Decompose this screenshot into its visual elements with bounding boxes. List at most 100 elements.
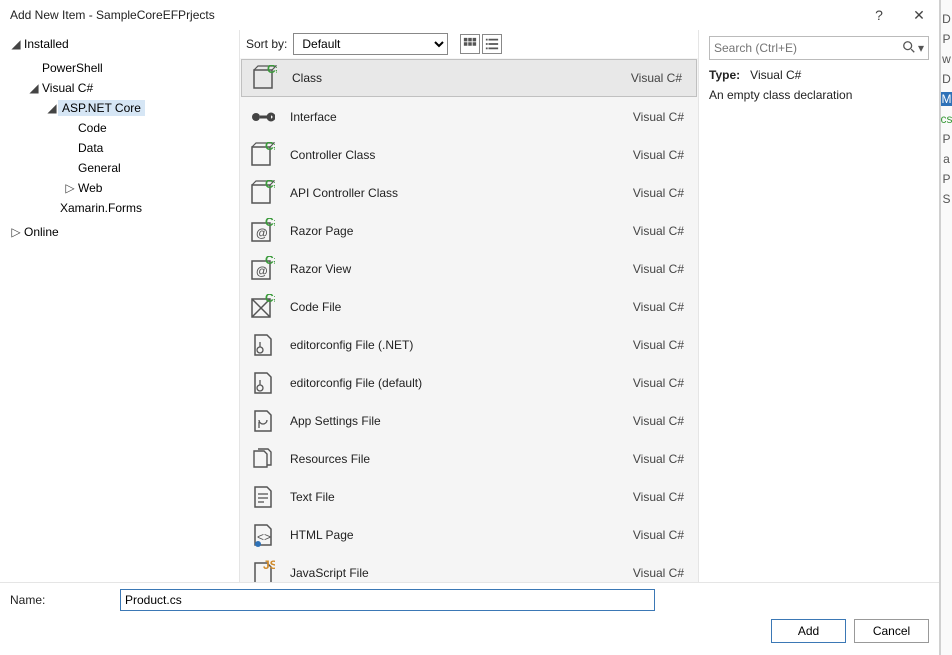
template-name: Interface — [290, 110, 590, 124]
window-title: Add New Item - SampleCoreEFPrjects — [10, 8, 859, 22]
sidebar-item[interactable]: General — [0, 158, 239, 178]
template-language: Visual C# — [604, 490, 684, 504]
template-name: Controller Class — [290, 148, 590, 162]
chevron-right-icon: ▷ — [10, 225, 22, 239]
add-button[interactable]: Add — [771, 619, 846, 643]
sidebar: ◢ Installed PowerShell◢Visual C#◢ASP.NET… — [0, 30, 240, 582]
background-sliver: DPwDMcsPaPS — [940, 0, 952, 655]
search-input[interactable] — [714, 41, 902, 55]
template-name: Razor Page — [290, 224, 590, 238]
sidebar-group-installed[interactable]: ◢ Installed — [0, 34, 239, 54]
chevron-down-icon: ◢ — [28, 81, 40, 95]
sidebar-item[interactable]: ▷Web — [0, 178, 239, 198]
template-item[interactable]: Interface Visual C# — [240, 98, 698, 136]
razor-icon — [248, 217, 276, 245]
template-item[interactable]: Text FileVisual C# — [240, 478, 698, 516]
template-language: Visual C# — [604, 566, 684, 580]
search-box[interactable]: ▾ — [709, 36, 929, 60]
template-language: Visual C# — [602, 71, 682, 85]
sidebar-group-online[interactable]: ▷ Online — [0, 222, 239, 242]
template-item[interactable]: HTML PageVisual C# — [240, 516, 698, 554]
help-button[interactable]: ? — [859, 0, 899, 30]
template-name: editorconfig File (default) — [290, 376, 590, 390]
template-panel: Sort by: Default ClassVisual C#Interface… — [240, 30, 699, 582]
footer: Name: Add Cancel — [0, 582, 939, 655]
sidebar-item[interactable]: Data — [0, 138, 239, 158]
dialog-window: Add New Item - SampleCoreEFPrjects ? ✕ ◢… — [0, 0, 940, 655]
codefile-icon — [248, 293, 276, 321]
sidebar-item-label: Visual C# — [40, 81, 93, 95]
name-input[interactable] — [120, 589, 655, 611]
sidebar-item-label: Code — [76, 121, 107, 135]
close-button[interactable]: ✕ — [899, 0, 939, 30]
toolbar: Sort by: Default — [240, 30, 698, 58]
sliver-char: P — [942, 32, 950, 46]
template-item[interactable]: Razor Page Visual C# — [240, 212, 698, 250]
chevron-down-icon: ◢ — [10, 37, 22, 51]
sidebar-item[interactable]: Xamarin.Forms — [0, 198, 239, 218]
sidebar-item-label: General — [76, 161, 121, 175]
sidebar-item[interactable]: ◢ASP.NET Core — [0, 98, 239, 118]
razor-icon — [248, 255, 276, 283]
sidebar-tree: PowerShell◢Visual C#◢ASP.NET CoreCodeDat… — [0, 54, 239, 222]
js-icon — [248, 559, 276, 582]
template-item[interactable]: Resources FileVisual C# — [240, 440, 698, 478]
name-row: Name: — [10, 589, 929, 611]
template-item[interactable]: JavaScript FileVisual C# — [240, 554, 698, 582]
sidebar-item[interactable]: Code — [0, 118, 239, 138]
interface-icon — [248, 103, 276, 131]
view-list-icon[interactable] — [482, 34, 502, 54]
sidebar-item[interactable]: ◢Visual C# — [0, 78, 239, 98]
view-grid-icon[interactable] — [460, 34, 480, 54]
cancel-button[interactable]: Cancel — [854, 619, 929, 643]
files-icon — [248, 445, 276, 473]
template-item[interactable]: App Settings FileVisual C# — [240, 402, 698, 440]
template-name: HTML Page — [290, 528, 590, 542]
description: An empty class declaration — [709, 88, 929, 102]
sliver-char: D — [942, 72, 951, 86]
settings-icon — [248, 407, 276, 435]
sidebar-item-label: Xamarin.Forms — [58, 201, 142, 215]
template-name: Code File — [290, 300, 590, 314]
cs-class-icon — [250, 64, 278, 92]
sidebar-group-label: Installed — [22, 37, 69, 51]
button-row: Add Cancel — [10, 619, 929, 649]
text-icon — [248, 483, 276, 511]
chevron-right-icon: ▷ — [64, 181, 76, 195]
template-item[interactable]: Code File Visual C# — [240, 288, 698, 326]
template-item[interactable]: editorconfig File (.NET)Visual C# — [240, 326, 698, 364]
template-item[interactable]: ClassVisual C# — [241, 59, 697, 97]
type-line: Type: Visual C# — [709, 68, 929, 82]
template-name: editorconfig File (.NET) — [290, 338, 590, 352]
template-item[interactable]: API Controller Class Visual C# — [240, 174, 698, 212]
sidebar-item-label: PowerShell — [40, 61, 103, 75]
sliver-char: D — [942, 12, 951, 26]
sliver-char: S — [942, 192, 950, 206]
search-icon — [902, 40, 916, 57]
template-language: Visual C# — [604, 300, 684, 314]
template-language: Visual C# — [604, 110, 684, 124]
type-label: Type: — [709, 68, 740, 82]
template-name: App Settings File — [290, 414, 590, 428]
html-icon — [248, 521, 276, 549]
sidebar-item-label: Web — [76, 181, 102, 195]
template-language: Visual C# — [604, 452, 684, 466]
template-item[interactable]: Razor ViewVisual C# — [240, 250, 698, 288]
template-language: Visual C# — [604, 376, 684, 390]
sidebar-item[interactable]: PowerShell — [0, 58, 239, 78]
dropdown-icon: ▾ — [916, 41, 924, 55]
template-item[interactable]: Controller ClassVisual C# — [240, 136, 698, 174]
sliver-char: cs — [941, 112, 952, 126]
view-buttons — [460, 34, 502, 54]
chevron-down-icon: ◢ — [46, 101, 58, 115]
template-language: Visual C# — [604, 262, 684, 276]
template-list[interactable]: ClassVisual C# Interface Visual C# Controll… — [240, 58, 698, 582]
sort-dropdown[interactable]: Default — [293, 33, 448, 55]
titlebar: Add New Item - SampleCoreEFPrjects ? ✕ — [0, 0, 939, 30]
template-language: Visual C# — [604, 224, 684, 238]
template-item[interactable]: editorconfig File (default) Visual C# — [240, 364, 698, 402]
template-language: Visual C# — [604, 186, 684, 200]
template-name: API Controller Class — [290, 186, 590, 200]
type-value: Visual C# — [750, 68, 801, 82]
main-area: ◢ Installed PowerShell◢Visual C#◢ASP.NET… — [0, 30, 939, 582]
